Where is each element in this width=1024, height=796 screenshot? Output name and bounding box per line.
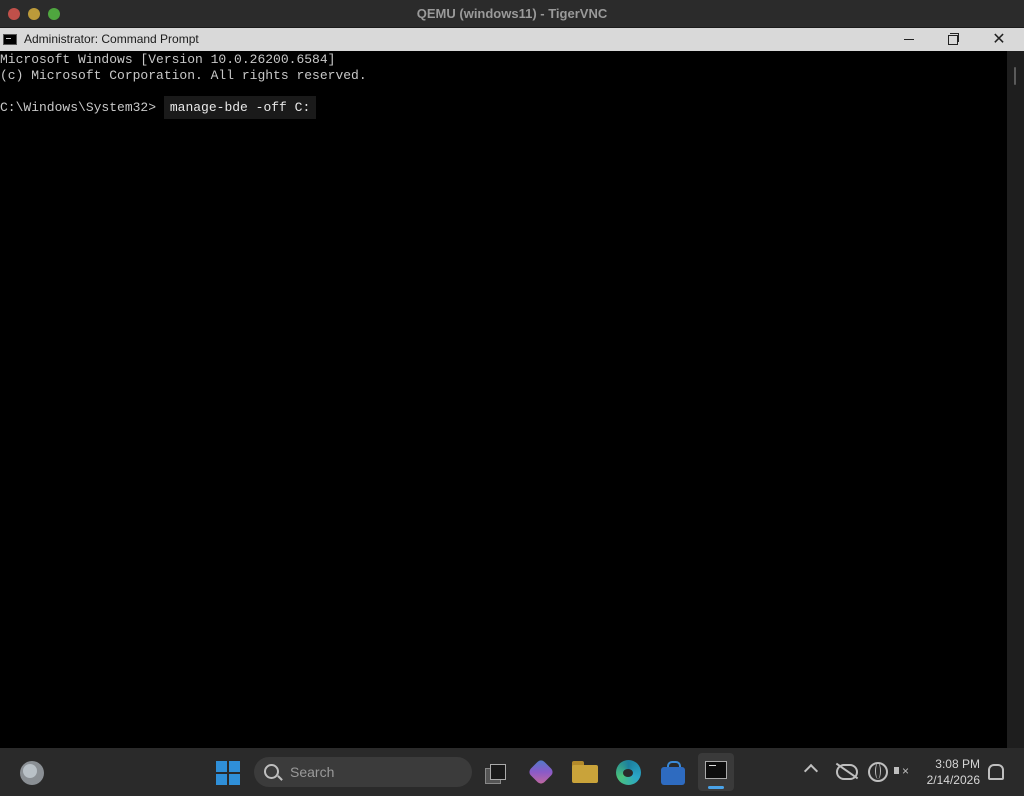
vnc-window-title: QEMU (windows11) - TigerVNC xyxy=(416,6,608,21)
task-view-icon[interactable] xyxy=(485,764,506,784)
minimize-icon xyxy=(904,39,914,40)
command-prompt-icon xyxy=(705,761,727,779)
network-globe-icon[interactable] xyxy=(868,762,888,782)
console-title: Administrator: Command Prompt xyxy=(24,32,199,46)
notification-bell-icon[interactable] xyxy=(988,764,1004,780)
vnc-title-bar: QEMU (windows11) - TigerVNC xyxy=(0,0,1024,28)
console-title-bar[interactable]: Administrator: Command Prompt ✕ xyxy=(0,28,1024,51)
taskbar-clock[interactable]: 3:08 PM 2/14/2026 xyxy=(918,756,980,788)
active-app-indicator xyxy=(708,786,724,789)
search-placeholder: Search xyxy=(290,764,335,780)
scrollbar-thumb[interactable] xyxy=(1014,67,1016,85)
console-output[interactable]: Microsoft Windows [Version 10.0.26200.65… xyxy=(0,51,1007,748)
copilot-icon[interactable] xyxy=(527,758,555,786)
console-prompt: C:\Windows\System32> xyxy=(0,100,157,115)
show-hidden-icons-chevron-up-icon[interactable] xyxy=(803,763,819,779)
console-line-version: Microsoft Windows [Version 10.0.26200.65… xyxy=(0,52,336,67)
console-prompt-line: C:\Windows\System32> manage-bde -off C: xyxy=(0,96,317,119)
taskbar-search-box[interactable]: Search xyxy=(254,757,472,787)
close-icon: ✕ xyxy=(992,30,1006,48)
clock-time: 3:08 PM xyxy=(935,757,980,771)
command-prompt-icon xyxy=(3,34,17,45)
search-icon xyxy=(264,764,279,779)
console-close-button[interactable]: ✕ xyxy=(976,28,1022,51)
start-icon[interactable] xyxy=(216,761,240,785)
console-restore-button[interactable] xyxy=(930,28,976,51)
onedrive-offline-icon[interactable] xyxy=(836,764,858,780)
console-scrollbar[interactable] xyxy=(1007,51,1024,748)
store-icon[interactable] xyxy=(661,761,685,785)
edge-icon[interactable] xyxy=(616,760,641,785)
widgets-icon[interactable] xyxy=(20,761,44,785)
restore-icon xyxy=(948,32,959,45)
clock-date: 2/14/2026 xyxy=(926,773,980,787)
console-line-copyright: (c) Microsoft Corporation. All rights re… xyxy=(0,68,367,83)
console-command-input[interactable]: manage-bde -off C: xyxy=(163,96,317,119)
taskbar-command-prompt-button[interactable] xyxy=(698,753,734,791)
file-explorer-icon[interactable] xyxy=(572,761,598,783)
volume-muted-icon[interactable] xyxy=(894,762,912,780)
console-minimize-button[interactable] xyxy=(886,28,932,51)
taskbar: Search 3:08 PM 2/14/2026 xyxy=(0,748,1024,796)
